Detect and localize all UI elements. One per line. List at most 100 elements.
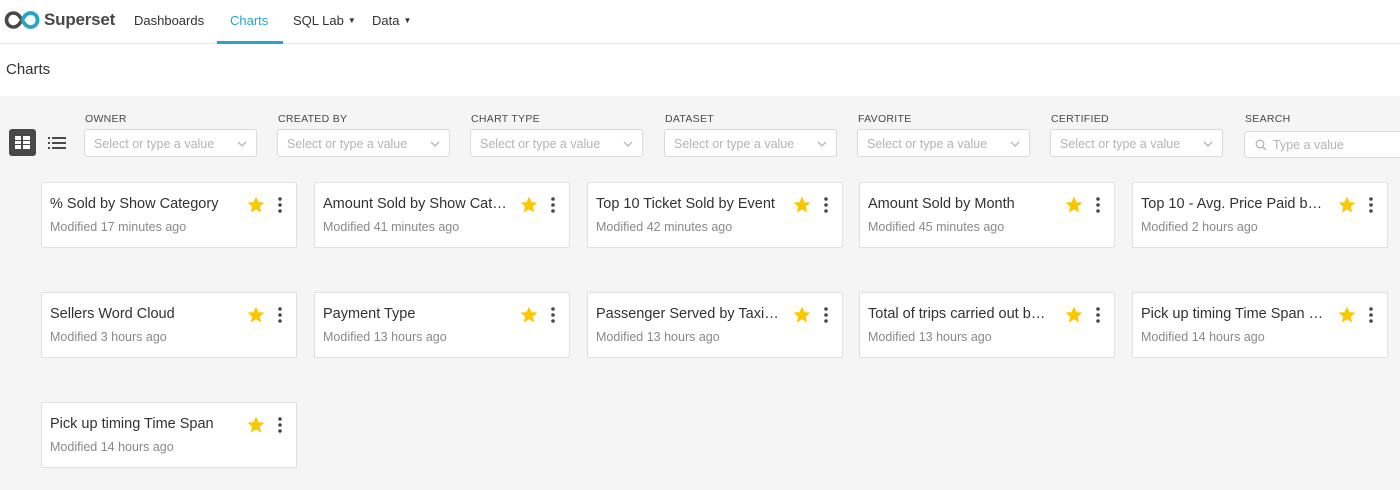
top-navbar: Superset Dashboards Charts SQL Lab ▼ Data…: [0, 0, 1400, 44]
chart-card-modified: Modified 13 hours ago: [323, 330, 447, 344]
superset-logo-icon: [4, 11, 40, 29]
more-vertical-icon[interactable]: [1090, 305, 1106, 325]
chart-card-modified: Modified 3 hours ago: [50, 330, 167, 344]
search-icon: [1255, 139, 1267, 151]
caret-down-icon: ▼: [347, 16, 356, 25]
chevron-down-icon: [623, 141, 633, 147]
star-icon[interactable]: [1065, 196, 1083, 214]
search-placeholder: Type a value: [1273, 138, 1344, 152]
chart-card-title[interactable]: Pick up timing Time Span: [50, 416, 234, 432]
chart-card-modified: Modified 17 minutes ago: [50, 220, 187, 234]
logo-text: Superset: [44, 10, 116, 29]
nav-charts-label: Charts: [230, 13, 269, 28]
chart-card-title[interactable]: Payment Type: [323, 306, 507, 322]
more-vertical-icon[interactable]: [272, 305, 288, 325]
chart-card-modified: Modified 45 minutes ago: [868, 220, 1005, 234]
filter-owner-label: OWNER: [85, 113, 127, 125]
chart-card-title[interactable]: Sellers Word Cloud: [50, 306, 234, 322]
chart-card[interactable]: Top 10 - Avg. Price Paid by Event Modifie…: [1132, 182, 1388, 248]
star-icon[interactable]: [247, 416, 265, 434]
grid-view-icon: [15, 136, 30, 149]
star-icon[interactable]: [793, 306, 811, 324]
nav-data-label: Data: [372, 13, 400, 28]
more-vertical-icon[interactable]: [1363, 305, 1379, 325]
star-icon[interactable]: [247, 196, 265, 214]
chart-card-title[interactable]: Pick up timing Time Span by Hour: [1141, 306, 1325, 322]
chevron-down-icon: [1203, 141, 1213, 147]
chart-card-modified: Modified 2 hours ago: [1141, 220, 1258, 234]
chart-card[interactable]: Amount Sold by Show Category Modified 41 …: [314, 182, 570, 248]
filter-chart-type-placeholder: Select or type a value: [480, 137, 601, 151]
chart-card-title[interactable]: Amount Sold by Month: [868, 196, 1052, 212]
list-view-icon: [48, 137, 66, 149]
filter-owner-select[interactable]: Select or type a value: [84, 129, 257, 157]
filter-certified-label: CERTIFIED: [1051, 113, 1109, 125]
page-title: Charts: [6, 61, 51, 78]
filter-owner-placeholder: Select or type a value: [94, 137, 215, 151]
chart-card-title[interactable]: Top 10 - Avg. Price Paid by Event: [1141, 196, 1325, 212]
list-view-toggle[interactable]: [45, 131, 69, 155]
filter-favorite-placeholder: Select or type a value: [867, 137, 988, 151]
more-vertical-icon[interactable]: [1363, 195, 1379, 215]
star-icon[interactable]: [520, 196, 538, 214]
nav-sql-lab[interactable]: SQL Lab ▼: [293, 13, 356, 28]
nav-charts[interactable]: Charts: [230, 13, 268, 28]
chart-card-title[interactable]: Amount Sold by Show Category: [323, 196, 507, 212]
star-icon[interactable]: [520, 306, 538, 324]
filter-favorite-label: FAVORITE: [858, 113, 912, 125]
filter-chart-type-label: CHART TYPE: [471, 113, 540, 125]
star-icon[interactable]: [1338, 196, 1356, 214]
nav-data[interactable]: Data ▼: [372, 13, 411, 28]
filter-created-by-select[interactable]: Select or type a value: [277, 129, 450, 157]
chart-card-modified: Modified 14 hours ago: [1141, 330, 1265, 344]
search-input[interactable]: Type a value: [1244, 131, 1400, 158]
filter-created-by-placeholder: Select or type a value: [287, 137, 408, 151]
chart-card-modified: Modified 41 minutes ago: [323, 220, 460, 234]
star-icon[interactable]: [1065, 306, 1083, 324]
chart-card-modified: Modified 13 hours ago: [868, 330, 992, 344]
nav-dashboards[interactable]: Dashboards: [134, 13, 204, 28]
chart-card[interactable]: Pick up timing Time Span by Hour Modified…: [1132, 292, 1388, 358]
filter-certified-select[interactable]: Select or type a value: [1050, 129, 1223, 157]
chevron-down-icon: [1010, 141, 1020, 147]
filter-certified-placeholder: Select or type a value: [1060, 137, 1181, 151]
filter-dataset-label: DATASET: [665, 113, 714, 125]
filter-dataset-placeholder: Select or type a value: [674, 137, 795, 151]
more-vertical-icon[interactable]: [1090, 195, 1106, 215]
chart-card[interactable]: Amount Sold by Month Modified 45 minutes …: [859, 182, 1115, 248]
chart-card-title[interactable]: Passenger Served by Taxi Type: [596, 306, 780, 322]
chart-card[interactable]: Passenger Served by Taxi Type Modified 13…: [587, 292, 843, 358]
chevron-down-icon: [237, 141, 247, 147]
chart-card-modified: Modified 14 hours ago: [50, 440, 174, 454]
star-icon[interactable]: [247, 306, 265, 324]
more-vertical-icon[interactable]: [818, 195, 834, 215]
search-label: SEARCH: [1245, 113, 1291, 125]
chart-card[interactable]: Payment Type Modified 13 hours ago: [314, 292, 570, 358]
filter-dataset-select[interactable]: Select or type a value: [664, 129, 837, 157]
star-icon[interactable]: [1338, 306, 1356, 324]
chart-card[interactable]: Top 10 Ticket Sold by Event Modified 42 m…: [587, 182, 843, 248]
chart-card[interactable]: Pick up timing Time Span Modified 14 hour…: [41, 402, 297, 468]
more-vertical-icon[interactable]: [818, 305, 834, 325]
star-icon[interactable]: [793, 196, 811, 214]
chart-card[interactable]: Sellers Word Cloud Modified 3 hours ago: [41, 292, 297, 358]
more-vertical-icon[interactable]: [272, 415, 288, 435]
chevron-down-icon: [817, 141, 827, 147]
filter-favorite-select[interactable]: Select or type a value: [857, 129, 1030, 157]
chart-card-title[interactable]: Top 10 Ticket Sold by Event: [596, 196, 780, 212]
chart-card[interactable]: Total of trips carried out by Taxi Modifi…: [859, 292, 1115, 358]
filter-chart-type-select[interactable]: Select or type a value: [470, 129, 643, 157]
more-vertical-icon[interactable]: [545, 305, 561, 325]
chart-card-title[interactable]: Total of trips carried out by Taxi: [868, 306, 1052, 322]
caret-down-icon: ▼: [403, 16, 412, 25]
chart-card[interactable]: % Sold by Show Category Modified 17 minut…: [41, 182, 297, 248]
nav-dashboards-label: Dashboards: [134, 13, 205, 28]
chart-card-title[interactable]: % Sold by Show Category: [50, 196, 234, 212]
card-view-toggle[interactable]: [9, 129, 36, 156]
more-vertical-icon[interactable]: [272, 195, 288, 215]
more-vertical-icon[interactable]: [545, 195, 561, 215]
nav-sql-lab-label: SQL Lab: [293, 13, 344, 28]
page-header: Charts: [0, 44, 1400, 96]
superset-logo[interactable]: Superset: [4, 8, 115, 32]
chart-card-modified: Modified 42 minutes ago: [596, 220, 733, 234]
